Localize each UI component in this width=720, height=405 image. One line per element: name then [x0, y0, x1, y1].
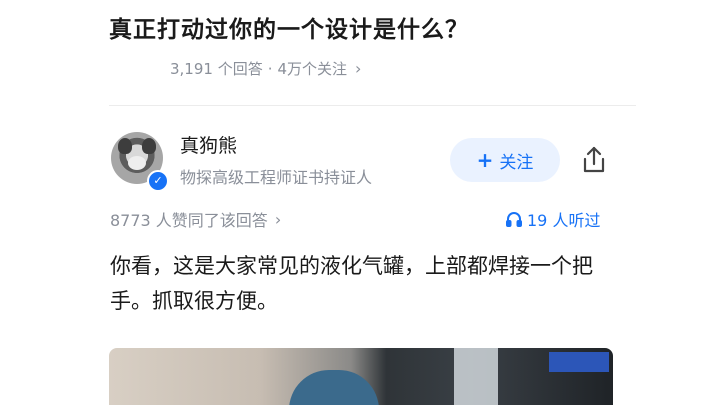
answers-count: 3,191 个回答 [170, 60, 263, 78]
avatar-snout [128, 156, 146, 170]
verified-icon: ✓ [147, 170, 169, 192]
plus-icon: + [476, 148, 494, 172]
chevron-right-icon: › [274, 209, 282, 229]
listen-count-label: 19 人听过 [527, 211, 601, 230]
meta-separator: · [267, 59, 273, 78]
image-bottle [454, 348, 498, 405]
author-title: 物探高级工程师证书持证人 [180, 168, 373, 187]
author-name[interactable]: 真狗熊 [180, 131, 237, 158]
upvote-count: 8773 人赞同了该回答 [110, 211, 268, 230]
upvote-summary[interactable]: 8773 人赞同了该回答 › [110, 207, 281, 231]
headphone-icon [506, 212, 522, 227]
chevron-right-icon: › [355, 59, 362, 78]
followers-count: 4万个关注 [277, 60, 348, 78]
listen-count[interactable]: 19 人听过 [505, 207, 600, 231]
follow-label: 关注 [499, 152, 534, 173]
avatar-ear-right [142, 138, 156, 154]
follow-button[interactable]: + 关注 [450, 138, 560, 182]
divider [109, 105, 636, 106]
answer-image[interactable] [109, 348, 613, 405]
answer-body: 你看，这是大家常见的液化气罐，上部都焊接一个把手。抓取很方便。 [110, 254, 593, 313]
question-title[interactable]: 真正打动过你的一个设计是什么？ [109, 10, 469, 44]
question-meta[interactable]: 3,191 个回答 · 4万个关注 › [170, 58, 361, 79]
avatar-ear-left [118, 138, 132, 154]
image-object [289, 370, 379, 405]
share-icon[interactable] [580, 145, 608, 175]
image-label [549, 352, 609, 372]
